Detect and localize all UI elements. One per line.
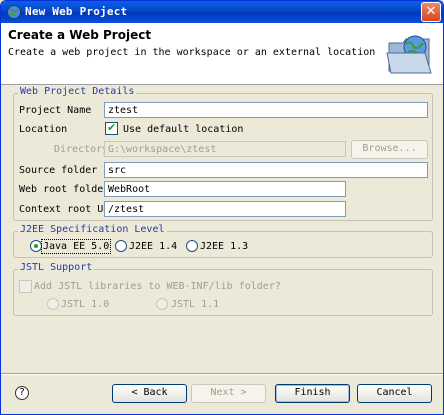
wizard-banner: Create a Web Project Create a web projec… bbox=[1, 23, 443, 85]
finish-button[interactable]: Finish bbox=[275, 384, 350, 403]
source-folder-label: Source folder bbox=[19, 165, 98, 176]
jstl-support-title: JSTL Support bbox=[18, 262, 95, 273]
web-project-details-title: Web Project Details bbox=[18, 86, 137, 97]
jstl-1-1-radio[interactable] bbox=[156, 298, 168, 310]
web-root-folder-label: Web root folder bbox=[19, 184, 110, 195]
use-default-location-checkbox[interactable]: ✔ bbox=[105, 121, 118, 135]
jstl-1-0-radio[interactable] bbox=[47, 298, 59, 310]
window-title: New Web Project bbox=[25, 5, 128, 18]
add-jstl-checkbox[interactable] bbox=[19, 280, 32, 293]
directory-label: Directory bbox=[54, 144, 109, 155]
project-name-input[interactable] bbox=[104, 102, 428, 118]
globe-icon bbox=[7, 5, 21, 19]
source-folder-input[interactable] bbox=[104, 162, 428, 178]
jstl-1-1-label: JSTL 1.1 bbox=[171, 299, 220, 310]
use-default-location-label: Use default location bbox=[123, 124, 244, 135]
new-web-project-dialog: New Web Project ✕ Create a Web Project C… bbox=[0, 0, 444, 415]
j2ee-level-title: J2EE Specification Level bbox=[18, 224, 167, 235]
j2ee-1-3-label: J2EE 1.3 bbox=[200, 241, 249, 252]
project-name-label: Project Name bbox=[19, 105, 92, 116]
check-icon: ✔ bbox=[107, 121, 117, 134]
cancel-button[interactable]: Cancel bbox=[357, 384, 432, 403]
next-button[interactable]: Next > bbox=[191, 384, 266, 403]
close-icon: ✕ bbox=[425, 4, 437, 19]
j2ee-1-3-radio[interactable] bbox=[186, 240, 198, 252]
location-label: Location bbox=[19, 124, 68, 135]
browse-button[interactable]: Browse... bbox=[351, 140, 428, 159]
page-description: Create a web project in the workspace or… bbox=[8, 47, 376, 58]
back-button[interactable]: < Back bbox=[112, 384, 187, 403]
j2ee-1-4-radio[interactable] bbox=[115, 240, 127, 252]
help-button[interactable]: ? bbox=[15, 386, 29, 400]
radio-selected-dot bbox=[34, 244, 38, 248]
jstl-1-0-label: JSTL 1.0 bbox=[61, 299, 110, 310]
java-ee-5-radio[interactable] bbox=[30, 240, 42, 252]
page-title: Create a Web Project bbox=[8, 28, 152, 42]
add-jstl-label: Add JSTL libraries to WEB-INF/lib folder… bbox=[34, 281, 281, 292]
globe-folder-icon bbox=[386, 35, 432, 74]
context-root-url-label: Context root URL bbox=[19, 204, 116, 215]
help-icon: ? bbox=[19, 387, 25, 398]
close-button[interactable]: ✕ bbox=[421, 2, 441, 22]
footer-separator bbox=[1, 373, 443, 375]
directory-input[interactable] bbox=[104, 141, 346, 157]
title-bar[interactable]: New Web Project ✕ bbox=[1, 1, 443, 23]
web-root-folder-input[interactable] bbox=[104, 181, 346, 197]
j2ee-1-4-label: J2EE 1.4 bbox=[129, 241, 178, 252]
context-root-url-input[interactable] bbox=[104, 201, 346, 217]
java-ee-5-label: Java EE 5.0 bbox=[40, 239, 112, 254]
